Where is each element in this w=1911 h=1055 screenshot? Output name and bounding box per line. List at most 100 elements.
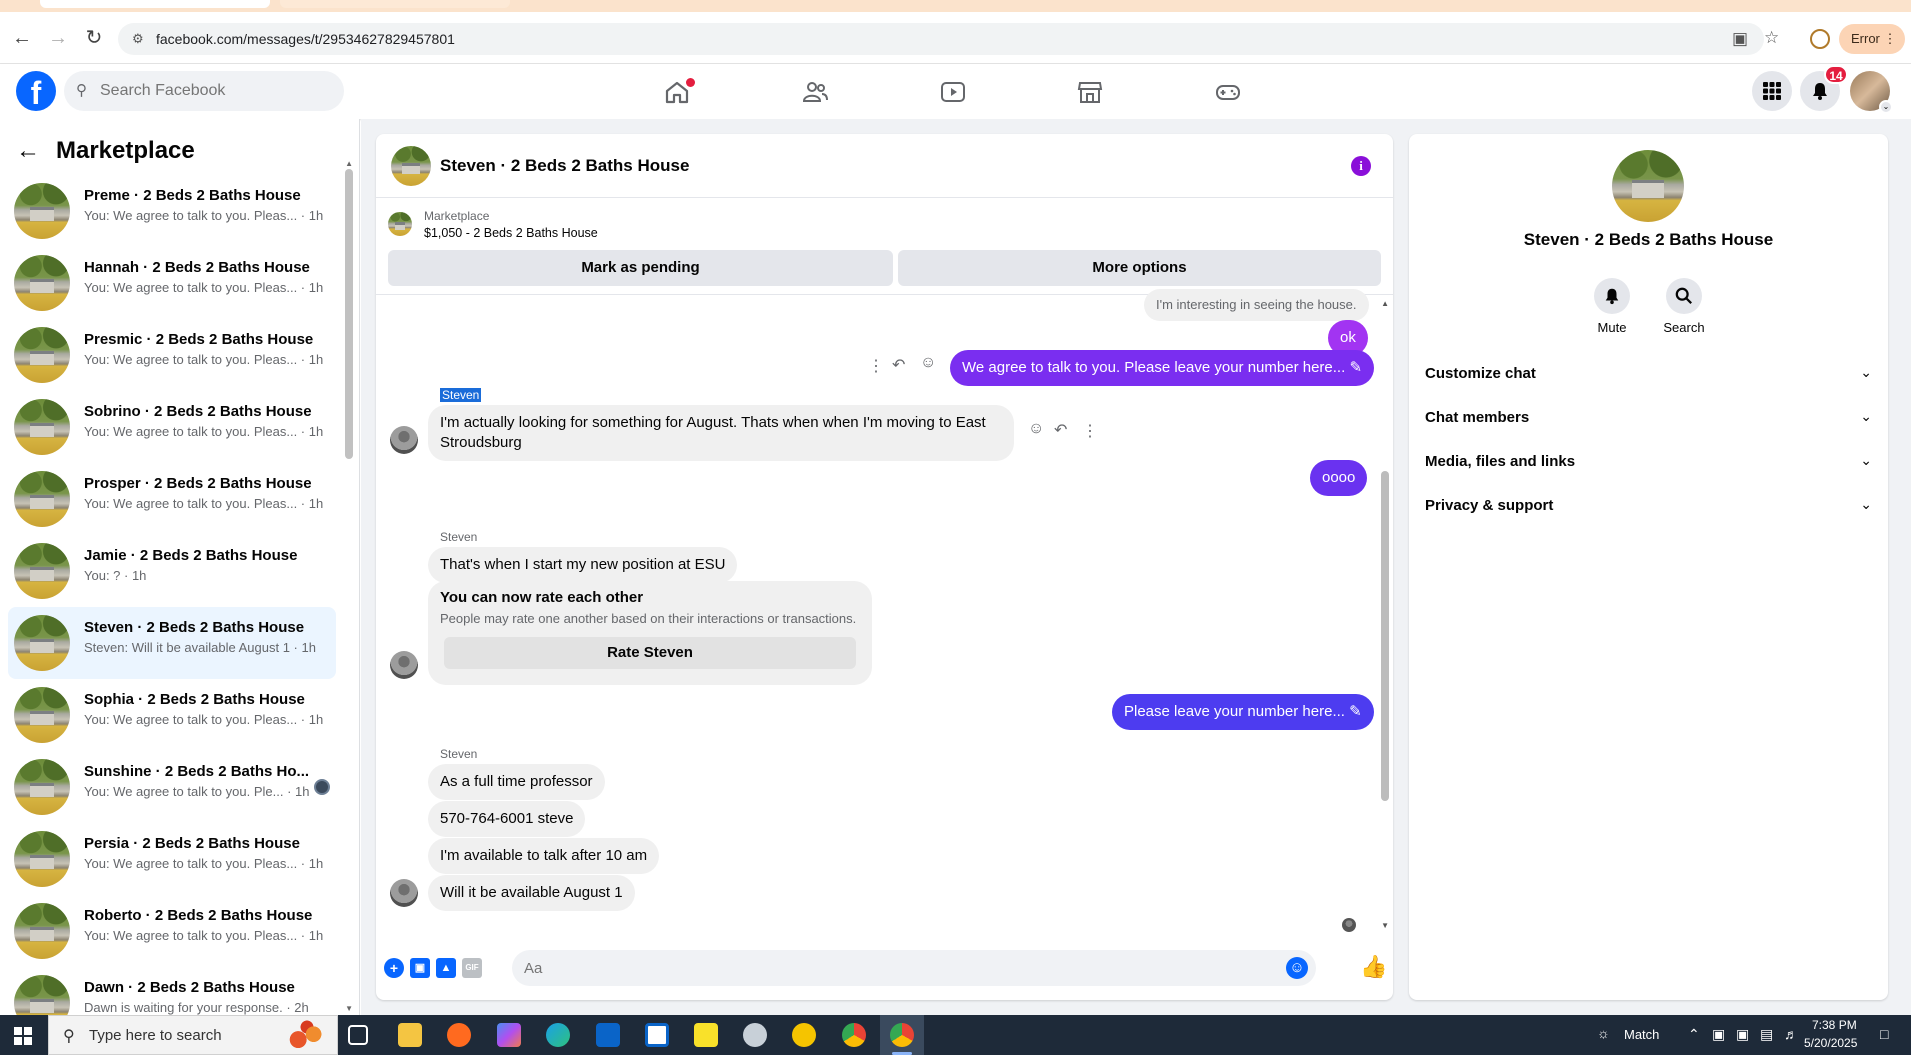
chat-scrollbar[interactable] [1381,471,1389,801]
nav-friends[interactable] [760,70,870,114]
nav-home[interactable] [622,70,732,114]
chrome-icon[interactable] [842,1023,866,1047]
sender-avatar[interactable] [390,426,418,454]
scroll-down-arrow-icon[interactable]: ▼ [1381,921,1389,930]
more-icon[interactable]: ⋮ [1082,421,1098,441]
forward-icon[interactable]: → [46,26,70,50]
back-arrow-icon[interactable]: ← [16,135,48,167]
nav-video[interactable] [898,70,1008,114]
chevron-up-icon[interactable]: ⌃ [1688,1026,1700,1043]
browser-tab-active[interactable] [40,0,270,8]
facebook-logo[interactable]: f [16,71,56,111]
profile-avatar[interactable] [1612,150,1684,222]
scroll-up-arrow-icon[interactable]: ▲ [345,159,353,168]
chrome-icon[interactable] [890,1023,914,1047]
chat-members-section[interactable]: Chat members ⌄ [1425,400,1872,436]
firefox-icon[interactable] [447,1023,471,1047]
mute-button[interactable]: Mute [1584,278,1640,335]
scroll-down-arrow-icon[interactable]: ▼ [345,1004,353,1013]
conversation-item[interactable]: Prosper · 2 Beds 2 Baths House You: We a… [8,463,336,535]
message-incoming[interactable]: 570-764-6001 steve [428,801,586,837]
conversation-item[interactable]: Hannah · 2 Beds 2 Baths House You: We ag… [8,247,336,319]
message-outgoing[interactable]: oooo [1310,460,1368,496]
react-icon[interactable]: ☺ [920,354,936,372]
file-explorer-icon[interactable] [398,1023,422,1047]
sticker-icon[interactable]: ▲ [436,958,456,978]
clock-date[interactable]: 5/20/2025 [1804,1036,1857,1050]
message-incoming[interactable]: I'm interesting in seeing the house. [1144,289,1369,321]
nav-marketplace[interactable] [1035,70,1145,114]
back-icon[interactable]: ← [10,26,34,50]
conversation-item[interactable]: Persia · 2 Beds 2 Baths House You: We ag… [8,823,336,895]
nav-gaming[interactable] [1173,70,1283,114]
conversation-item[interactable]: Dawn · 2 Beds 2 Baths House Dawn is wait… [8,967,336,1015]
message-input[interactable] [524,958,1224,978]
conversation-item[interactable]: Jamie · 2 Beds 2 Baths House You: ? · 1h [8,535,336,607]
message-incoming[interactable]: I'm available to talk after 10 am [428,838,660,874]
windows-start-icon[interactable] [14,1027,32,1045]
message-outgoing[interactable]: We agree to talk to you. Please leave yo… [950,350,1375,386]
reload-icon[interactable]: ↻ [82,26,106,50]
clock-time[interactable]: 7:38 PM [1812,1018,1857,1032]
search-input[interactable] [100,79,330,103]
browser-tab[interactable] [280,0,510,8]
customize-chat-section[interactable]: Customize chat ⌄ [1425,356,1872,392]
notification-center-icon[interactable]: □ [1880,1026,1888,1042]
address-bar[interactable]: ⚙ facebook.com/messages/t/29534627829457… [118,23,1779,55]
rate-steven-button[interactable]: Rate Steven [444,637,856,669]
message-input-box[interactable]: ☺ [512,950,1316,986]
copilot-icon[interactable] [497,1023,521,1047]
sidebar-scrollbar[interactable] [345,169,353,459]
gif-icon[interactable]: GIF [462,958,482,978]
media-files-links-section[interactable]: Media, files and links ⌄ [1425,444,1872,480]
site-info-icon[interactable]: ⚙ [132,31,148,47]
notifications-button[interactable]: 14 [1800,65,1848,111]
conversation-item-active[interactable]: Steven · 2 Beds 2 Baths House Steven: Wi… [8,607,336,679]
mark-as-pending-button[interactable]: Mark as pending [388,250,893,286]
store-icon[interactable] [645,1023,669,1047]
edge-icon[interactable] [546,1023,570,1047]
reply-icon[interactable]: ↶ [1054,420,1067,440]
conversation-item[interactable]: Sophia · 2 Beds 2 Baths House You: We ag… [8,679,336,751]
outlook-icon[interactable] [596,1023,620,1047]
chat-avatar[interactable] [391,146,431,186]
conversation-item[interactable]: Sobrino · 2 Beds 2 Baths House You: We a… [8,391,336,463]
sticky-notes-icon[interactable] [694,1023,718,1047]
browser-profile-icon[interactable] [1810,29,1830,49]
app-icon[interactable] [792,1023,816,1047]
more-icon[interactable]: ⋮ [868,356,884,376]
message-outgoing[interactable]: Please leave your number here... ✎ [1112,694,1374,730]
photo-icon[interactable]: ▣ [410,958,430,978]
chat-title[interactable]: Steven · 2 Beds 2 Baths House [440,156,689,176]
search-in-chat-button[interactable]: Search [1656,278,1712,335]
conversation-item[interactable]: Roberto · 2 Beds 2 Baths House You: We a… [8,895,336,967]
error-chip[interactable]: Error ⋮ [1839,24,1905,54]
more-options-button[interactable]: More options [898,250,1381,286]
conversation-item[interactable]: Presmic · 2 Beds 2 Baths House You: We a… [8,319,336,391]
bookmark-star-icon[interactable]: ☆ [1764,28,1779,48]
tray-app-icon[interactable]: ▣ [1712,1026,1725,1043]
volume-icon[interactable]: ♬ [1784,1026,1798,1042]
scroll-up-arrow-icon[interactable]: ▲ [1381,299,1389,308]
plus-icon[interactable]: + [384,958,404,978]
emoji-icon[interactable]: ☺ [1286,957,1308,979]
conversation-item[interactable]: Sunshine · 2 Beds 2 Baths Ho... You: We … [8,751,336,823]
menu-grid-button[interactable] [1752,71,1792,111]
info-icon[interactable]: i [1351,156,1371,176]
app-icon[interactable] [743,1023,767,1047]
listing-summary[interactable]: Marketplace $1,050 - 2 Beds 2 Baths Hous… [388,206,1388,246]
conversation-item[interactable]: Preme · 2 Beds 2 Baths House You: We agr… [8,175,336,247]
weather-icon[interactable]: ☼ [1597,1025,1610,1041]
task-view-icon[interactable] [348,1025,368,1045]
kebab-menu-icon[interactable]: ⋮ [1884,31,1897,46]
react-icon[interactable]: ☺ [1028,420,1044,438]
message-incoming[interactable]: That's when I start my new position at E… [428,547,738,583]
match-label[interactable]: Match [1624,1027,1659,1042]
reply-icon[interactable]: ↶ [892,355,905,375]
account-avatar[interactable]: ⌄ [1850,71,1893,114]
thumbs-up-icon[interactable]: 👍 [1360,954,1387,980]
tray-app-icon[interactable]: ▣ [1736,1026,1749,1043]
network-icon[interactable]: ▤ [1760,1026,1773,1043]
privacy-support-section[interactable]: Privacy & support ⌄ [1425,488,1872,524]
facebook-search[interactable]: ⚲ [64,71,344,111]
